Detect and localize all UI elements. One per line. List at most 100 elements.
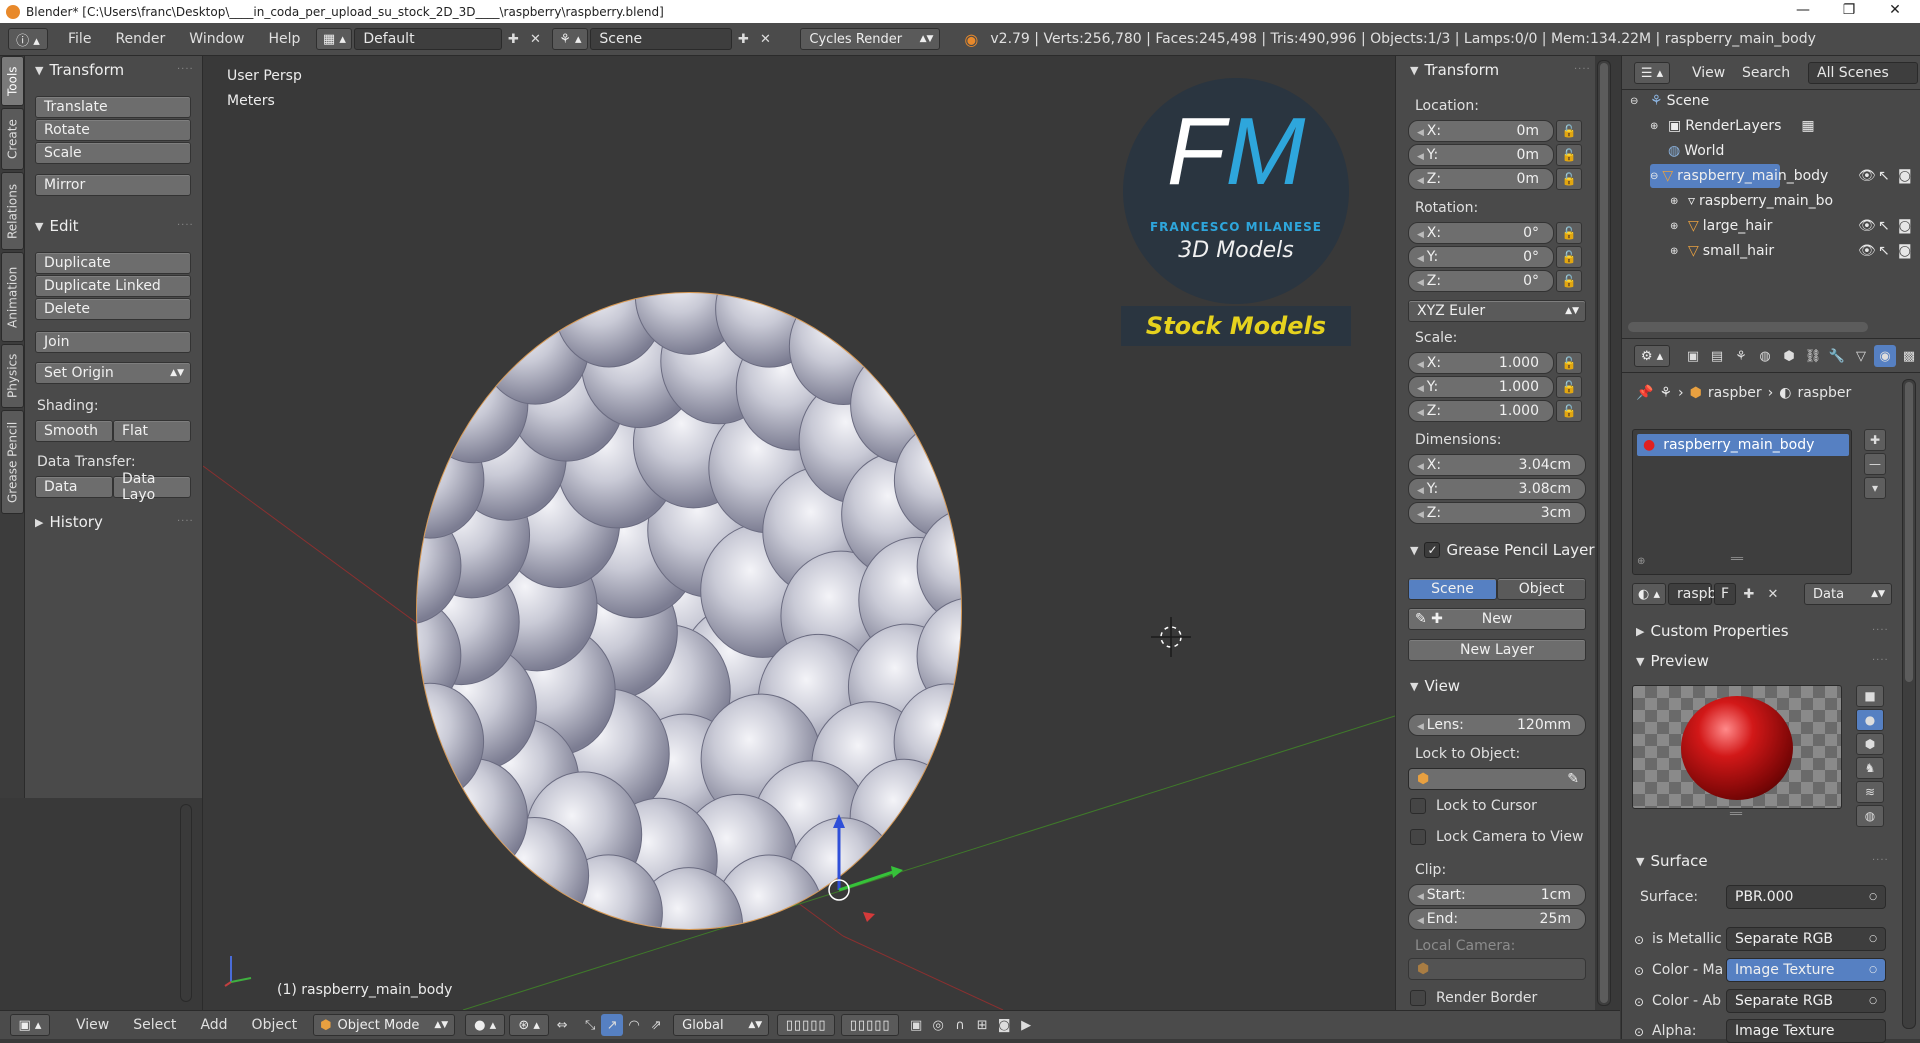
selectable-arrow-icon[interactable]: ↖: [1878, 168, 1890, 184]
properties-scrollbar[interactable]: [1902, 379, 1916, 1029]
menu-help[interactable]: Help: [256, 31, 312, 47]
combined-manipulator-icon[interactable]: ⇗: [645, 1014, 667, 1036]
preview-flat-icon[interactable]: ■: [1856, 685, 1884, 707]
custom-properties-header[interactable]: ▶ Custom Properties: [1636, 621, 1789, 641]
render-camera-icon[interactable]: ◙: [1898, 243, 1912, 259]
unlink-material-icon[interactable]: ✕: [1762, 583, 1784, 605]
maximize-button[interactable]: ❐: [1826, 0, 1872, 23]
input-socket-icon[interactable]: ⊙: [1634, 933, 1644, 947]
layers-grid-1[interactable]: ▯▯▯▯▯: [777, 1014, 836, 1036]
mirror-button[interactable]: Mirror: [35, 174, 191, 196]
input-socket-icon[interactable]: ⊙: [1634, 1025, 1644, 1039]
input-field-color-ma[interactable]: Image Texture ○: [1726, 958, 1886, 982]
location-y-field[interactable]: ◀ Y: 0m: [1408, 144, 1554, 166]
decrement-icon[interactable]: ◀: [1417, 230, 1427, 240]
decrement-icon[interactable]: ◀: [1417, 408, 1427, 418]
camera-render-icon[interactable]: ▶: [1015, 1014, 1037, 1036]
surface-panel-header[interactable]: ▼ Surface: [1636, 851, 1708, 871]
transform-panel-header[interactable]: ▼ Transform: [35, 60, 124, 80]
remove-slot-icon[interactable]: —: [1864, 453, 1886, 475]
lock-camera-checkbox[interactable]: [1410, 829, 1426, 845]
lock-icon[interactable]: 🔓: [1556, 400, 1582, 422]
visibility-eye-icon[interactable]: 👁: [1858, 168, 1876, 184]
decrement-icon[interactable]: ◀: [1417, 892, 1427, 902]
input-socket-icon[interactable]: ⊙: [1634, 995, 1644, 1009]
data-transfer-button[interactable]: Data: [35, 476, 113, 498]
tab-physics[interactable]: Physics: [1, 344, 24, 408]
scale-x-field[interactable]: ◀ X: 1.000: [1408, 352, 1554, 374]
editor-type-3dview-icon[interactable]: ▣ ▴: [10, 1014, 50, 1036]
input-socket-icon[interactable]: ⊙: [1634, 964, 1644, 978]
outliner-row-mesh-data[interactable]: ⊕ ▿ raspberry_main_bo: [1670, 189, 1833, 213]
render-icon[interactable]: ▦: [1801, 118, 1814, 134]
gp-new-layer-button[interactable]: New Layer: [1408, 639, 1586, 661]
rotation-z-field[interactable]: ◀ Z: 0°: [1408, 270, 1554, 292]
slot-menu-icon[interactable]: ▾: [1864, 477, 1886, 499]
fake-user-button[interactable]: F: [1714, 583, 1736, 605]
gp-scene-button[interactable]: Scene: [1408, 578, 1497, 600]
lock-icon[interactable]: 🔓: [1556, 270, 1582, 292]
screen-layout-icon[interactable]: ▦ ▴: [316, 28, 353, 50]
input-field-color-ab[interactable]: Separate RGB ○: [1726, 989, 1886, 1013]
texture-tab-icon[interactable]: ▩: [1898, 345, 1920, 367]
object-tab-icon[interactable]: ⬢: [1778, 345, 1800, 367]
preview-cube-icon[interactable]: ⬢: [1856, 733, 1884, 755]
menu-render[interactable]: Render: [103, 31, 177, 47]
scrollbar-thumb[interactable]: [1905, 382, 1913, 682]
clip-start-field[interactable]: ◀ Start: 1cm: [1408, 884, 1586, 906]
translate-button[interactable]: Translate: [35, 96, 191, 118]
dimensions-y-field[interactable]: ◀ Y: 3.08cm: [1408, 478, 1586, 500]
material-browse-icon[interactable]: ◐ ▴: [1632, 583, 1666, 605]
gp-new-button[interactable]: ✎ ✚ New: [1408, 608, 1586, 630]
smooth-button[interactable]: Smooth: [35, 420, 113, 442]
menu-select[interactable]: Select: [121, 1017, 188, 1033]
clip-end-field[interactable]: ◀ End: 25m: [1408, 908, 1586, 930]
rotate-manipulator-icon[interactable]: ↗: [601, 1014, 624, 1036]
decrement-icon[interactable]: ◀: [1417, 254, 1427, 264]
transform-panel-header[interactable]: ▼ Transform: [1410, 60, 1499, 80]
rotation-mode-dropdown[interactable]: XYZ Euler ▲▼: [1408, 300, 1586, 322]
render-border-checkbox[interactable]: [1410, 990, 1426, 1006]
lock-icon[interactable]: 🔓: [1556, 376, 1582, 398]
lock-icon[interactable]: 🔓: [1556, 144, 1582, 166]
preview-sphere-icon[interactable]: ●: [1856, 709, 1884, 731]
outliner-row-world[interactable]: ◍ World: [1664, 139, 1724, 163]
outliner-editor-icon[interactable]: ☰ ▴: [1634, 62, 1670, 84]
scene-field[interactable]: Scene: [590, 28, 733, 50]
render-camera-icon[interactable]: ◙: [1898, 218, 1912, 234]
collapse-icon[interactable]: ⊖: [1650, 171, 1658, 182]
drag-grip-icon[interactable]: ····: [177, 64, 194, 75]
delete-button[interactable]: Delete: [35, 298, 191, 320]
properties-editor-icon[interactable]: ⚙ ▴: [1634, 345, 1670, 367]
lock-icon[interactable]: 🔓: [1556, 352, 1582, 374]
decrement-icon[interactable]: ◀: [1417, 462, 1427, 472]
location-x-field[interactable]: ◀ X: 0m: [1408, 120, 1554, 142]
collapse-icon[interactable]: ⊖: [1630, 96, 1644, 107]
lock-icon[interactable]: 🔓: [1556, 222, 1582, 244]
input-field-alpha[interactable]: Image Texture: [1726, 1019, 1886, 1043]
data-layout-button[interactable]: Data Layo: [113, 471, 191, 503]
render-engine-dropdown[interactable]: Cycles Render ▲▼: [800, 28, 941, 50]
menu-file[interactable]: File: [56, 31, 103, 47]
remove-layout-icon[interactable]: ✕: [524, 28, 546, 50]
render-tab-icon[interactable]: ▣: [1682, 345, 1704, 367]
drag-grip-icon[interactable]: ····: [1574, 64, 1591, 75]
material-slot-row[interactable]: ● raspberry_main_body: [1637, 434, 1849, 456]
lock-icon[interactable]: 🔓: [1556, 120, 1582, 142]
set-origin-dropdown[interactable]: Set Origin ▲▼: [35, 362, 191, 384]
lock-icon[interactable]: 🔓: [1556, 168, 1582, 190]
add-scene-icon[interactable]: ✚: [732, 28, 754, 50]
transform-orientation-dropdown[interactable]: Global ▲▼: [673, 1014, 770, 1036]
menu-add[interactable]: Add: [188, 1017, 239, 1033]
translate-manipulator-icon[interactable]: ⤡: [579, 1014, 601, 1036]
constraints-tab-icon[interactable]: ⛓: [1802, 345, 1824, 367]
flat-button[interactable]: Flat: [113, 420, 191, 442]
rotation-y-field[interactable]: ◀ Y: 0°: [1408, 246, 1554, 268]
lock-object-field[interactable]: ⬢ ✎: [1408, 768, 1586, 790]
decrement-icon[interactable]: ◀: [1417, 510, 1427, 520]
selectable-arrow-icon[interactable]: ↖: [1878, 243, 1890, 259]
editor-type-info-icon[interactable]: ⓘ ▴: [8, 28, 48, 50]
decrement-icon[interactable]: ◀: [1417, 176, 1427, 186]
edit-panel-header[interactable]: ▼ Edit: [35, 216, 79, 236]
preview-hair-icon[interactable]: ≋: [1856, 781, 1884, 803]
